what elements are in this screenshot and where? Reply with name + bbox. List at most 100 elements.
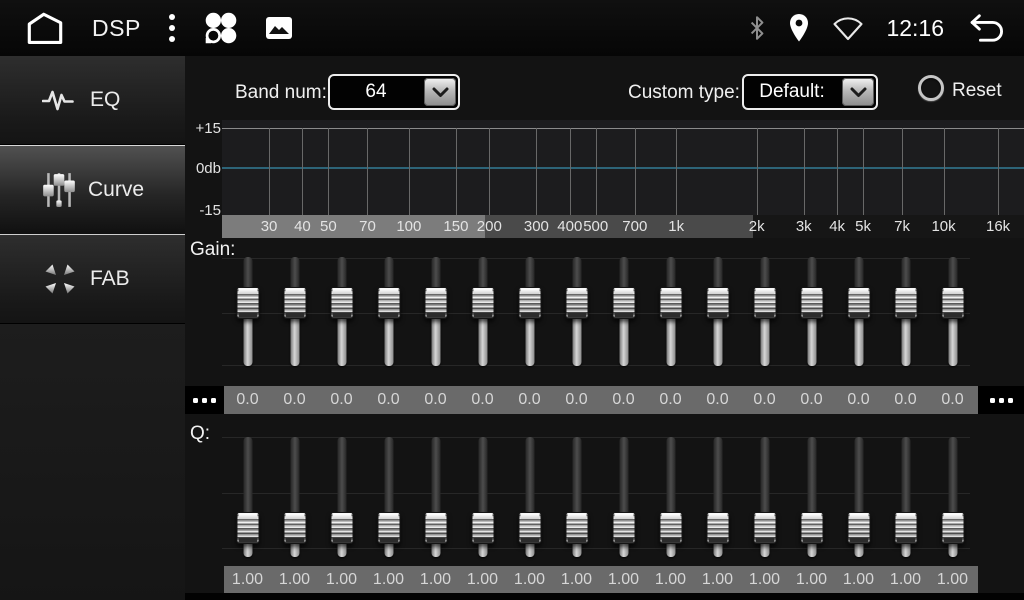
slider-thumb[interactable] (894, 512, 917, 544)
gain-slider[interactable] (600, 252, 647, 370)
gain-slider[interactable] (318, 252, 365, 370)
slider-thumb[interactable] (800, 512, 823, 544)
gain-values-bar: 0.00.00.00.00.00.00.00.00.00.00.00.00.00… (224, 386, 978, 414)
gain-slider[interactable] (459, 252, 506, 370)
gain-slider[interactable] (882, 252, 929, 370)
q-slider[interactable] (647, 432, 694, 562)
gain-slider[interactable] (788, 252, 835, 370)
q-slider[interactable] (929, 432, 976, 562)
ellipsis-icon (990, 398, 995, 403)
q-slider[interactable] (882, 432, 929, 562)
scroll-right-button[interactable] (978, 386, 1024, 414)
sidebar: EQ Curve (0, 56, 185, 600)
fader-arrows-icon (42, 261, 78, 297)
slider-thumb[interactable] (377, 287, 400, 319)
slider-track (619, 437, 628, 515)
custom-type-dropdown[interactable]: Default: (742, 74, 878, 110)
slider-thumb[interactable] (471, 512, 494, 544)
freq-tick-label: 30 (261, 215, 278, 238)
gain-slider[interactable] (553, 252, 600, 370)
q-slider[interactable] (694, 432, 741, 562)
grid-line (536, 128, 537, 215)
gain-slider[interactable] (741, 252, 788, 370)
q-slider[interactable] (506, 432, 553, 562)
gain-value: 0.0 (882, 386, 929, 414)
slider-thumb[interactable] (330, 287, 353, 319)
slider-thumb[interactable] (283, 512, 306, 544)
slider-track (384, 437, 393, 515)
q-label: Q: (190, 423, 210, 445)
overflow-menu-icon[interactable] (167, 11, 177, 45)
slider-thumb[interactable] (283, 287, 306, 319)
slider-thumb[interactable] (330, 512, 353, 544)
slider-thumb[interactable] (941, 287, 964, 319)
q-slider[interactable] (600, 432, 647, 562)
gallery-icon[interactable] (265, 16, 293, 40)
slider-thumb[interactable] (612, 512, 635, 544)
reset-radio[interactable] (918, 75, 944, 101)
slider-thumb[interactable] (847, 512, 870, 544)
sidebar-item-curve[interactable]: Curve (0, 145, 185, 235)
clover-apps-icon[interactable] (203, 10, 239, 46)
gain-slider[interactable] (694, 252, 741, 370)
slider-thumb[interactable] (800, 287, 823, 319)
eq-plot-area[interactable] (222, 120, 1024, 215)
q-slider[interactable] (318, 432, 365, 562)
gain-slider[interactable] (271, 252, 318, 370)
gain-slider[interactable] (224, 252, 271, 370)
slider-thumb[interactable] (706, 287, 729, 319)
slider-thumb[interactable] (753, 512, 776, 544)
gain-value: 0.0 (412, 386, 459, 414)
slider-track (760, 437, 769, 515)
gain-slider[interactable] (365, 252, 412, 370)
q-slider[interactable] (835, 432, 882, 562)
slider-thumb[interactable] (659, 512, 682, 544)
q-slider[interactable] (553, 432, 600, 562)
q-slider[interactable] (271, 432, 318, 562)
slider-thumb[interactable] (565, 287, 588, 319)
q-slider[interactable] (224, 432, 271, 562)
slider-thumb[interactable] (894, 287, 917, 319)
slider-thumb[interactable] (424, 512, 447, 544)
slider-thumb[interactable] (377, 512, 400, 544)
slider-thumb[interactable] (471, 287, 494, 319)
slider-thumb[interactable] (612, 287, 635, 319)
back-icon[interactable] (966, 13, 1006, 43)
gain-slider[interactable] (412, 252, 459, 370)
q-slider[interactable] (412, 432, 459, 562)
chevron-down-icon[interactable] (842, 78, 874, 106)
slider-thumb[interactable] (518, 512, 541, 544)
freq-tick-label: 4k (829, 215, 845, 238)
sidebar-item-fab[interactable]: FAB (0, 235, 185, 324)
q-slider[interactable] (459, 432, 506, 562)
slider-thumb[interactable] (941, 512, 964, 544)
ellipsis-icon (999, 398, 1004, 403)
slider-thumb[interactable] (236, 512, 259, 544)
freq-tick-label: 50 (320, 215, 337, 238)
home-icon[interactable] (24, 11, 66, 45)
freq-tick-label: 10k (931, 215, 955, 238)
band-num-dropdown[interactable]: 64 (328, 74, 460, 110)
q-slider[interactable] (365, 432, 412, 562)
q-slider[interactable] (788, 432, 835, 562)
gain-slider[interactable] (506, 252, 553, 370)
sidebar-item-eq[interactable]: EQ (0, 56, 185, 145)
scroll-left-button[interactable] (185, 386, 224, 414)
gain-slider[interactable] (929, 252, 976, 370)
gain-slider[interactable] (835, 252, 882, 370)
slider-thumb[interactable] (753, 287, 776, 319)
slider-thumb[interactable] (847, 287, 870, 319)
slider-thumb[interactable] (236, 287, 259, 319)
slider-thumb[interactable] (518, 287, 541, 319)
slider-thumb[interactable] (424, 287, 447, 319)
slider-thumb[interactable] (565, 512, 588, 544)
gain-value: 0.0 (224, 386, 271, 414)
q-slider[interactable] (741, 432, 788, 562)
gain-slider[interactable] (647, 252, 694, 370)
slider-track (337, 437, 346, 515)
grid-line (635, 128, 636, 215)
slider-track (431, 437, 440, 515)
slider-thumb[interactable] (706, 512, 729, 544)
chevron-down-icon[interactable] (424, 78, 456, 106)
slider-thumb[interactable] (659, 287, 682, 319)
